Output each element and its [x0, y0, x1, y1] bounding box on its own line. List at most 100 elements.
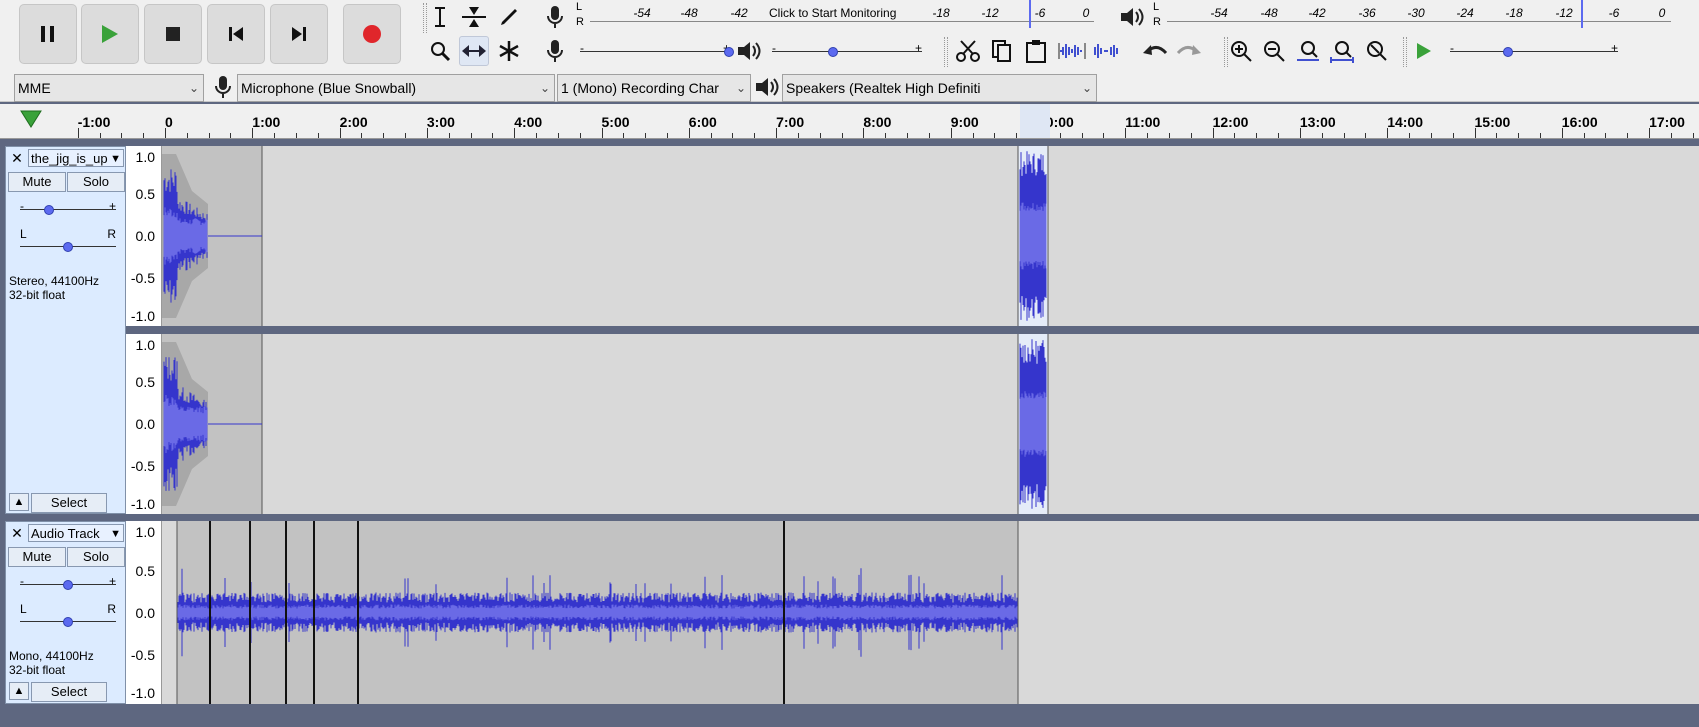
ruler-tick [688, 128, 690, 138]
waveform-mono[interactable] [162, 521, 1699, 704]
fit-project-button[interactable] [1327, 36, 1357, 66]
zoom-toggle-button[interactable] [1361, 36, 1391, 66]
ruler-tick [863, 128, 865, 138]
meter-peak-marker [1581, 0, 1583, 28]
slider-knob[interactable] [63, 242, 73, 252]
collapse-button[interactable]: ▲ [9, 493, 29, 511]
track-info: Mono, 44100Hz 32-bit float [9, 649, 94, 677]
collapse-button[interactable]: ▲ [9, 682, 29, 700]
track-control-panel[interactable]: ✕ the_jig_is_up ▼ Mute Solo - + LR Stereo,… [5, 146, 126, 514]
ruler-time-label: 5:00 [601, 114, 630, 130]
close-icon[interactable]: ✕ [9, 150, 25, 166]
paste-button[interactable] [1021, 36, 1051, 66]
slider-minus: - [20, 574, 24, 588]
gain-slider[interactable]: - + [20, 574, 116, 593]
pan-slider[interactable]: LR [20, 227, 116, 255]
asterisk-icon [499, 41, 519, 61]
zoom-tool[interactable] [425, 36, 455, 66]
skip-to-start-button[interactable] [207, 4, 265, 64]
record-meter[interactable]: LR -54 -48 -42 Click to Start Monitoring… [576, 0, 1094, 32]
ruler-minor-tick [1103, 133, 1105, 138]
track-name-menu[interactable]: Audio Track ▼ [28, 524, 124, 542]
undo-button[interactable] [1140, 36, 1170, 66]
record-button[interactable] [343, 4, 401, 64]
chevron-down-icon: ⌄ [539, 81, 550, 95]
recording-channels-select[interactable]: 1 (Mono) Recording Char ⌄ [557, 74, 751, 102]
slider-knob[interactable] [63, 580, 73, 590]
play-button[interactable] [81, 4, 139, 64]
playback-device-select[interactable]: Speakers (Realtek High Definiti ⌄ [782, 74, 1097, 102]
clip-boundary [209, 521, 211, 704]
meter-tick: -18 [932, 6, 950, 20]
meter-channel-labels: LR [576, 1, 584, 28]
silence-audio-button[interactable] [1091, 36, 1121, 66]
fit-selection-button[interactable] [1293, 36, 1323, 66]
solo-button[interactable]: Solo [67, 172, 125, 192]
scale-label: -1.0 [130, 685, 155, 701]
gain-slider[interactable]: - + [20, 199, 116, 218]
toolbar-grip[interactable] [944, 37, 948, 67]
skip-to-end-button[interactable] [270, 4, 328, 64]
envelope-tool[interactable] [459, 2, 489, 32]
audio-host-select[interactable]: MME ⌄ [14, 74, 204, 102]
vertical-scale[interactable]: 1.0 0.5 0.0 -0.5 -1.0 [126, 521, 162, 704]
vertical-scale[interactable]: 1.0 0.5 0.0 -0.5 -1.0 [126, 334, 162, 514]
pause-button[interactable] [19, 4, 77, 64]
zoom-in-button[interactable] [1226, 36, 1256, 66]
ruler-selection [1020, 104, 1050, 138]
record-meter-button[interactable] [540, 2, 570, 32]
ruler-minor-tick [1321, 133, 1323, 138]
vertical-scale[interactable]: 1.0 0.5 0.0 -0.5 -1.0 [126, 146, 162, 326]
ruler-minor-tick [1496, 133, 1498, 138]
zoom-out-button[interactable] [1259, 36, 1289, 66]
trim-audio-button[interactable] [1057, 36, 1087, 66]
track-control-panel[interactable]: ✕ Audio Track ▼ Mute Solo - + LR Mono, 441… [5, 521, 126, 704]
toolbar-grip[interactable] [1403, 37, 1407, 67]
playback-meter[interactable]: LR -54 -48 -42 -36 -30 -24 -18 -12 -6 0 [1153, 0, 1671, 32]
copy-button[interactable] [987, 36, 1017, 66]
slider-knob[interactable] [828, 47, 838, 57]
slider-minus: - [1450, 41, 1454, 55]
microphone-icon [547, 6, 563, 28]
ruler-minor-tick [1256, 133, 1258, 138]
playback-volume-slider[interactable]: - + [772, 41, 922, 60]
solo-button[interactable]: Solo [67, 547, 125, 567]
mute-button[interactable]: Mute [8, 172, 66, 192]
track-name-menu[interactable]: the_jig_is_up ▼ [28, 149, 124, 167]
slider-knob[interactable] [63, 617, 73, 627]
draw-tool[interactable] [494, 2, 524, 32]
pan-slider[interactable]: LR [20, 602, 116, 630]
slider-knob[interactable] [44, 205, 54, 215]
recording-volume-slider[interactable]: -+ [580, 41, 734, 60]
scale-label: 0.0 [135, 605, 155, 621]
select-track-button[interactable]: Select [31, 493, 107, 513]
play-speed-slider[interactable]: - + [1450, 41, 1618, 60]
waveform-left-channel[interactable] [162, 146, 1699, 326]
double-arrow-icon [462, 45, 486, 57]
recording-device-select[interactable]: Microphone (Blue Snowball) ⌄ [237, 74, 555, 102]
meter-tick: -18 [1505, 6, 1523, 20]
close-icon[interactable]: ✕ [9, 525, 25, 541]
time-shift-tool[interactable] [459, 36, 489, 66]
ruler-minor-tick [1692, 133, 1694, 138]
multi-tool[interactable] [494, 36, 524, 66]
selection-tool[interactable] [425, 2, 455, 32]
stop-button[interactable] [144, 4, 202, 64]
slider-knob[interactable] [724, 47, 734, 57]
timeline-ruler[interactable]: -1:00 0 1:00 2:00 3:00 4:00 5:00 6:00 7:00 8:00 9:… [0, 104, 1699, 139]
waveform-right-channel[interactable] [162, 334, 1699, 514]
mute-button[interactable]: Mute [8, 547, 66, 567]
play-at-speed-button[interactable] [1409, 36, 1439, 66]
cut-button[interactable] [953, 36, 983, 66]
ruler-minor-tick [754, 133, 756, 138]
redo-button[interactable] [1174, 36, 1204, 66]
ruler-tick [950, 128, 952, 138]
select-track-button[interactable]: Select [31, 682, 107, 702]
playback-meter-button[interactable] [1117, 2, 1147, 32]
playhead-triangle-icon[interactable] [20, 110, 42, 128]
stop-icon [166, 27, 180, 41]
ruler-minor-tick [317, 133, 319, 138]
ruler-tick [1474, 128, 1476, 138]
start-monitoring-label[interactable]: Click to Start Monitoring [766, 6, 900, 20]
slider-knob[interactable] [1503, 47, 1513, 57]
